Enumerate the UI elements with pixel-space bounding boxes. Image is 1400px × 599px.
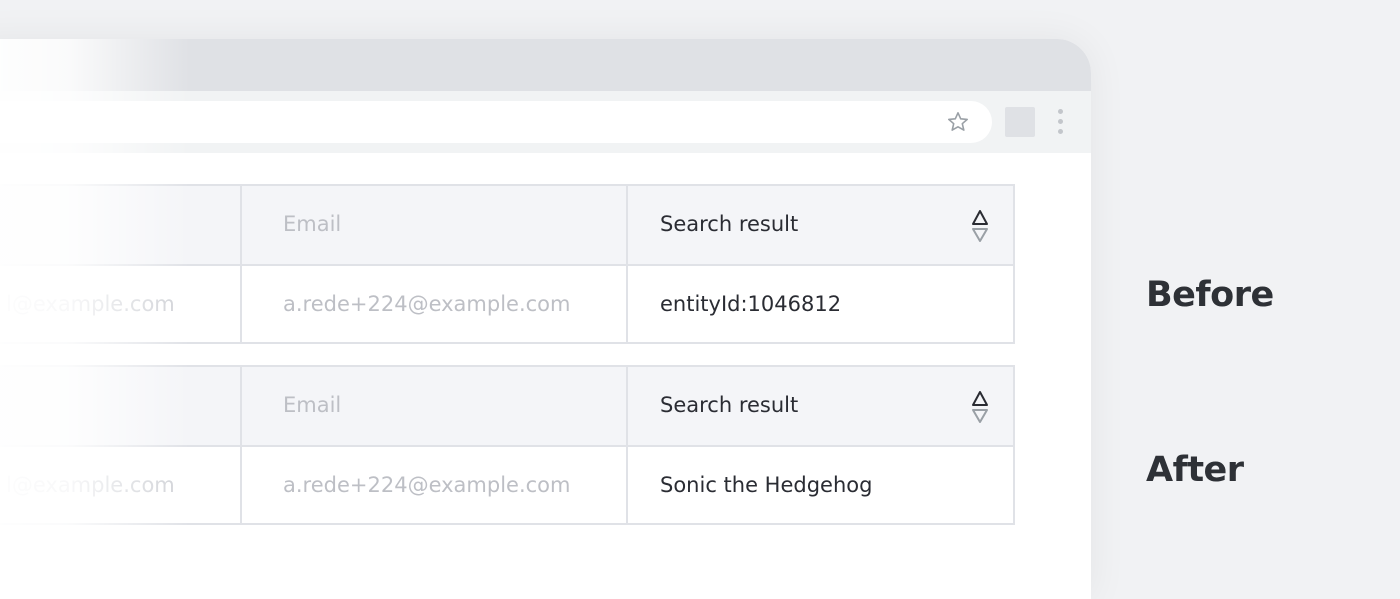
after-label: After (1146, 450, 1244, 490)
column-divider (240, 186, 242, 342)
column-divider (626, 186, 628, 342)
column-header-search-result[interactable]: Search result (660, 211, 798, 237)
column-divider (626, 367, 628, 523)
sort-icon[interactable] (970, 208, 990, 244)
column-header-email[interactable]: Email (283, 392, 341, 418)
results-table-after: Email Search result l@example.com a.rede… (0, 365, 1015, 525)
tab-strip (0, 39, 1091, 91)
results-table-before: Email Search result l@example.com a.rede… (0, 184, 1015, 344)
table-cell-email-partial: l@example.com (6, 473, 175, 497)
column-header-search-result[interactable]: Search result (660, 392, 798, 418)
sort-icon[interactable] (970, 389, 990, 425)
column-header-email[interactable]: Email (283, 211, 341, 237)
column-divider (240, 367, 242, 523)
address-bar[interactable] (0, 101, 992, 143)
browser-toolbar (0, 91, 1091, 153)
extension-icon[interactable] (1005, 107, 1035, 137)
table-cell-search-result: entityId:1046812 (660, 292, 842, 316)
table-cell-email-partial: l@example.com (6, 292, 175, 316)
table-header: Email Search result (0, 186, 1013, 266)
table-cell-email: a.rede+224@example.com (283, 473, 571, 497)
browser-window: Email Search result l@example.com a.rede… (0, 39, 1091, 599)
table-header: Email Search result (0, 367, 1013, 447)
before-label: Before (1146, 275, 1274, 315)
table-cell-email: a.rede+224@example.com (283, 292, 571, 316)
table-cell-search-result: Sonic the Hedgehog (660, 473, 873, 497)
kebab-menu-icon[interactable] (1057, 109, 1063, 135)
star-icon[interactable] (946, 110, 970, 134)
